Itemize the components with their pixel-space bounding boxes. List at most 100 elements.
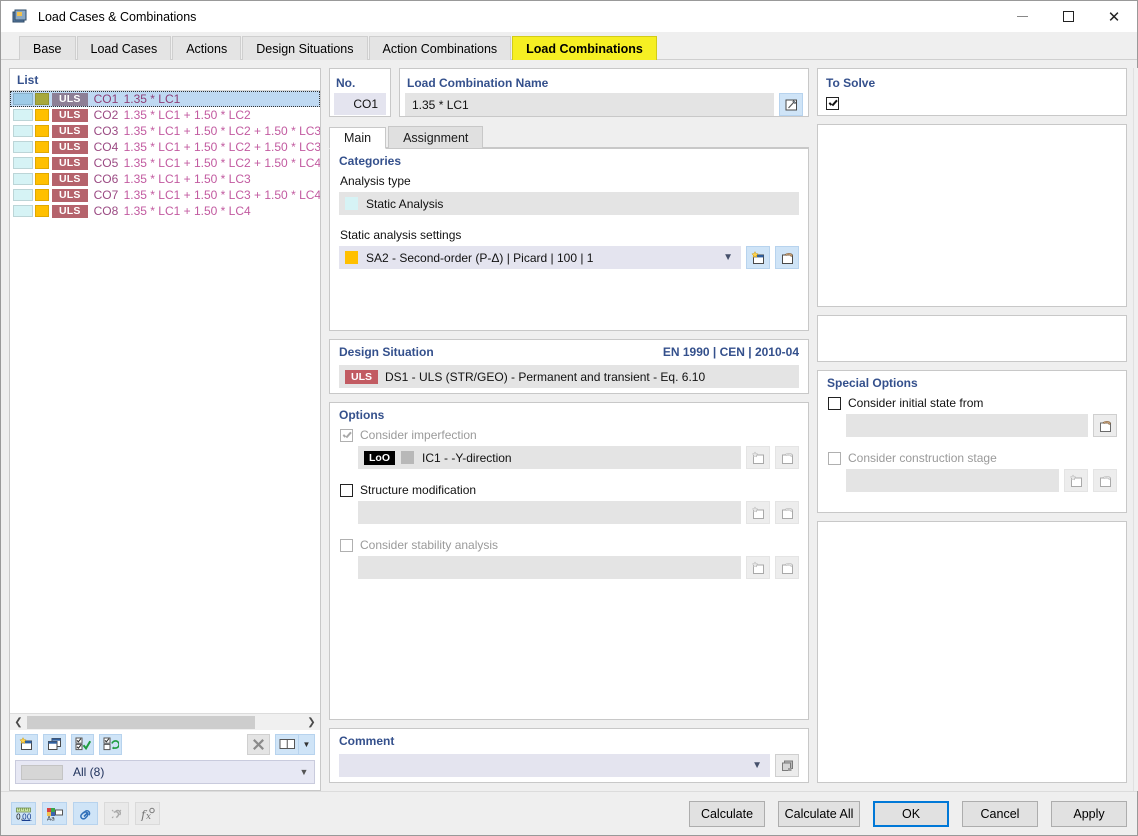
main-tab-pane: Categories Analysis type Static Analysis… [329,148,809,791]
consider-imperfection-checkbox[interactable] [340,428,353,442]
stability-analysis-value[interactable] [358,556,741,579]
list-filter-dropdown[interactable]: All (8) ▼ [15,760,315,784]
scrollbar-thumb[interactable] [27,715,255,729]
decimal-places-icon[interactable]: 0, 00 [11,802,36,825]
list-item[interactable]: ULS CO8 1.35 * LC1 + 1.50 * LC4 [10,203,320,219]
structure-modification-label: Structure modification [360,483,477,497]
unlink-icon[interactable] [104,802,129,825]
new-item-icon[interactable] [746,246,770,269]
static-settings-swatch [345,251,358,264]
ok-button[interactable]: OK [873,800,949,827]
tab-assignment[interactable]: Assignment [388,126,484,148]
list-item[interactable]: ULS CO6 1.35 * LC1 + 1.50 * LC3 [10,171,320,187]
initial-state-value[interactable] [846,414,1088,437]
list-item[interactable]: ULS CO7 1.35 * LC1 + 1.50 * LC3 + 1.50 *… [10,187,320,203]
comment-copy-icon[interactable] [775,754,799,777]
view-mode-icon[interactable] [275,733,298,755]
chevron-left-icon[interactable]: ❮ [10,714,27,731]
design-situation-value[interactable]: ULS DS1 - ULS (STR/GEO) - Permanent and … [339,365,799,388]
list-item[interactable]: ULS CO1 1.35 * LC1 [10,91,320,107]
svg-text:00: 00 [22,812,32,821]
tab-base[interactable]: Base [19,36,76,60]
list-item[interactable]: ULS CO5 1.35 * LC1 + 1.50 * LC2 + 1.50 *… [10,155,320,171]
maximize-icon[interactable] [1045,1,1091,32]
tab-design-situations[interactable]: Design Situations [242,36,368,60]
link-icon[interactable] [73,802,98,825]
minimize-icon[interactable] [999,1,1045,32]
combination-list[interactable]: ULS CO1 1.35 * LC1 ULS CO2 1.35 * LC1 + … [10,90,320,713]
edit-name-icon[interactable] [779,93,803,116]
list-item-desc: 1.35 * LC1 + 1.50 * LC2 + 1.50 * LC3 [123,124,320,138]
new-item-icon[interactable] [15,733,38,755]
color-swatch-b [35,173,49,185]
edit-item-icon[interactable] [775,501,799,524]
list-item[interactable]: ULS CO2 1.35 * LC1 + 1.50 * LC2 [10,107,320,123]
filter-value: All (8) [73,765,105,779]
static-settings-row: SA2 - Second-order (P-Δ) | Picard | 100 … [339,246,799,269]
combination-name-input[interactable]: 1.35 * LC1 [405,93,774,116]
check-all-icon[interactable] [71,733,94,755]
initial-state-row[interactable]: Consider initial state from [828,396,1117,410]
delete-icon[interactable] [247,733,270,755]
stability-analysis-row[interactable]: Consider stability analysis [340,538,799,552]
edit-item-icon[interactable] [775,446,799,469]
tab-load-cases[interactable]: Load Cases [76,36,172,60]
dialog-vertical-scrollbar[interactable] [1133,68,1138,791]
chevron-right-icon[interactable]: ❯ [303,714,320,731]
list-item-no: CO3 [93,124,119,138]
structure-modification-checkbox[interactable] [340,483,353,497]
new-item-icon[interactable] [746,446,770,469]
color-swatch-a [13,173,33,185]
right-column: To Solve Special Options Consider initia… [817,68,1127,791]
new-item-icon[interactable] [1064,469,1088,492]
new-item-icon[interactable] [746,501,770,524]
tab-main[interactable]: Main [329,127,387,149]
chevron-down-icon[interactable]: ▼ [723,252,733,263]
list-item[interactable]: ULS CO4 1.35 * LC1 + 1.50 * LC2 + 1.50 *… [10,139,320,155]
chevron-down-icon[interactable]: ▼ [752,760,762,771]
categories-section: Categories Analysis type Static Analysis… [329,148,809,331]
structure-modification-value[interactable] [358,501,741,524]
tab-actions[interactable]: Actions [172,36,242,60]
calculate-button[interactable]: Calculate [689,800,765,827]
cancel-button[interactable]: Cancel [962,800,1038,827]
stability-analysis-checkbox[interactable] [340,538,353,552]
chevron-down-icon[interactable]: ▼ [298,733,315,755]
tab-action-combinations[interactable]: Action Combinations [368,36,512,60]
list-item-no: CO8 [93,204,119,218]
construction-stage-checkbox[interactable] [828,451,841,465]
chevron-down-icon[interactable]: ▼ [294,767,314,777]
new-item-icon[interactable] [746,556,770,579]
calculate-all-button[interactable]: Calculate All [778,800,860,827]
static-settings-dropdown[interactable]: SA2 - Second-order (P-Δ) | Picard | 100 … [339,246,741,269]
tab-load-combinations[interactable]: Load Combinations [512,36,657,60]
apply-button[interactable]: Apply [1051,800,1127,827]
construction-stage-value[interactable] [846,469,1059,492]
title-bar: Load Cases & Combinations ✕ [1,1,1137,32]
static-settings-text: SA2 - Second-order (P-Δ) | Picard | 100 … [366,250,594,265]
construction-stage-row[interactable]: Consider construction stage [828,451,1117,465]
edit-item-icon[interactable] [775,246,799,269]
formula-icon[interactable]: f x [135,802,160,825]
edit-item-icon[interactable] [1093,414,1117,437]
to-solve-checkbox[interactable] [826,97,839,110]
list-horizontal-scrollbar[interactable]: ❮ ❯ [10,713,320,730]
view-mode-split-button[interactable]: ▼ [275,733,315,755]
consider-imperfection-row[interactable]: Consider imperfection [340,428,799,442]
copy-item-icon[interactable] [43,733,66,755]
edit-item-icon[interactable] [775,556,799,579]
comment-input[interactable]: ▼ [339,754,770,777]
close-icon[interactable]: ✕ [1091,1,1137,32]
options-section: Options Consider imperfection LoO IC1 - … [329,402,809,720]
dialog-window: Load Cases & Combinations ✕ Base Load Ca… [0,0,1138,836]
list-item[interactable]: ULS CO3 1.35 * LC1 + 1.50 * LC2 + 1.50 *… [10,123,320,139]
color-swatch-b [35,141,49,153]
edit-item-icon[interactable] [1093,469,1117,492]
structure-modification-row[interactable]: Structure modification [340,483,799,497]
imperfection-value[interactable]: LoO IC1 - -Y-direction [358,446,741,469]
initial-state-checkbox[interactable] [828,396,841,410]
right-panel-upper [817,124,1127,307]
invert-selection-icon[interactable] [99,733,122,755]
colors-icon[interactable]: Aa [42,802,67,825]
status-badge: ULS [52,204,88,218]
